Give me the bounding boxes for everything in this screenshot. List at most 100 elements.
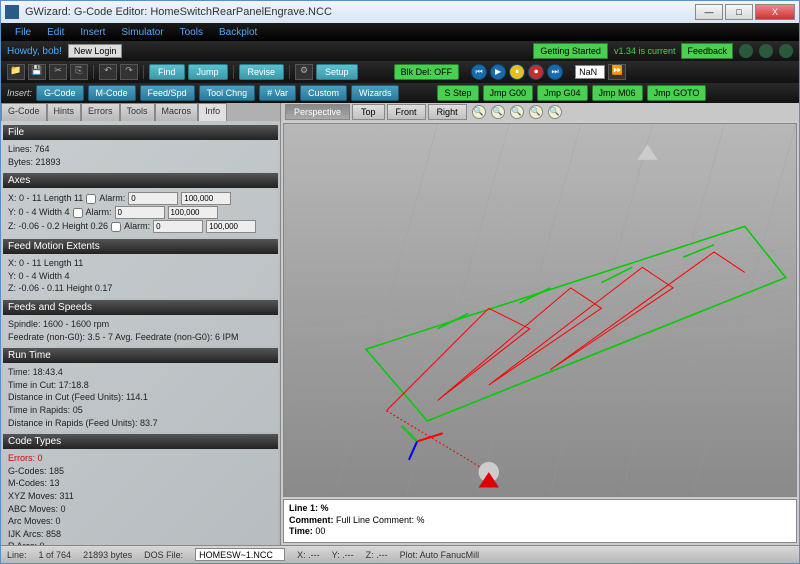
ins-custom[interactable]: Custom — [300, 85, 347, 101]
ct-gcodes: G-Codes: 185 — [8, 465, 273, 478]
fme-z: Z: -0.06 - 0.11 Height 0.17 — [8, 282, 273, 295]
menubar: File Edit Insert Simulator Tools Backplo… — [1, 23, 799, 41]
settings-icon[interactable] — [779, 44, 793, 58]
axis-gizmo — [402, 426, 443, 460]
jmp-g00-button[interactable]: Jmp G00 — [483, 85, 534, 101]
getting-started-button[interactable]: Getting Started — [533, 43, 608, 59]
x-max-input[interactable] — [181, 192, 231, 205]
sb-plot: Plot: Auto FanucMill — [400, 550, 480, 560]
sb-dosfile-input[interactable] — [195, 548, 285, 561]
tab-tools[interactable]: Tools — [120, 103, 155, 121]
sstep-button[interactable]: S Step — [437, 85, 478, 101]
ct-section: Errors: 0 G-Codes: 185 M-Codes: 13 XYZ M… — [3, 449, 278, 545]
view-perspective[interactable]: Perspective — [285, 104, 350, 120]
ins-feedspd[interactable]: Feed/Spd — [140, 85, 195, 101]
config-icon[interactable]: ⚙ — [295, 64, 313, 80]
speed-icon[interactable]: ⏩ — [608, 64, 626, 80]
zoom-out-icon[interactable]: 🔍 — [491, 105, 505, 119]
ct-xyz: XYZ Moves: 311 — [8, 490, 273, 503]
info-icon[interactable] — [759, 44, 773, 58]
insert-label: Insert: — [7, 88, 32, 98]
view-top[interactable]: Top — [352, 104, 385, 120]
y-max-input[interactable] — [168, 206, 218, 219]
view-tabs: Perspective Top Front Right 🔍 🔍 🔍 🔍 🔍 — [281, 103, 799, 121]
feedback-button[interactable]: Feedback — [681, 43, 733, 59]
z-max-input[interactable] — [206, 220, 256, 233]
content-area: G-Code Hints Errors Tools Macros Info Fi… — [1, 103, 799, 545]
open-icon[interactable]: 📁 — [7, 64, 25, 80]
help-icon[interactable] — [739, 44, 753, 58]
redo-icon[interactable]: ↷ — [120, 64, 138, 80]
jmp-m06-button[interactable]: Jmp M06 — [592, 85, 643, 101]
ins-mcode[interactable]: M-Code — [88, 85, 136, 101]
menu-tools[interactable]: Tools — [172, 27, 211, 38]
cut-icon[interactable]: ✂ — [49, 64, 67, 80]
forward-button[interactable]: ⏭ — [547, 64, 563, 80]
ct-mcodes: M-Codes: 13 — [8, 477, 273, 490]
menu-simulator[interactable]: Simulator — [113, 27, 171, 38]
ins-var[interactable]: # Var — [259, 85, 296, 101]
info-time-label: Time: — [289, 526, 313, 536]
view-right[interactable]: Right — [428, 104, 467, 120]
stop-button[interactable]: ⏺ — [528, 64, 544, 80]
undo-icon[interactable]: ↶ — [99, 64, 117, 80]
userbar: Howdy, bob! New Login Getting Started v1… — [1, 41, 799, 61]
revise-button[interactable]: Revise — [239, 64, 285, 80]
fs-feed: Feedrate (non-G0): 3.5 - 7 Avg. Feedrate… — [8, 331, 273, 344]
rt-section: Time: 18:43.4 Time in Cut: 17:18.8 Dista… — [3, 363, 278, 432]
info-comment: Full Line Comment: % — [336, 515, 425, 525]
y-min-input[interactable] — [115, 206, 165, 219]
axis-z: Z: -0.06 - 0.2 Height 0.26 — [8, 220, 108, 233]
nan-input[interactable] — [575, 65, 605, 79]
setup-button[interactable]: Setup — [316, 64, 358, 80]
zoom-sel-icon[interactable]: 🔍 — [529, 105, 543, 119]
z-alarm-check[interactable] — [111, 222, 121, 232]
menu-file[interactable]: File — [7, 27, 39, 38]
rewind-button[interactable]: ⏮ — [471, 64, 487, 80]
new-login-button[interactable]: New Login — [68, 44, 123, 58]
tab-macros[interactable]: Macros — [155, 103, 199, 121]
ins-toolchng[interactable]: Tool Chng — [199, 85, 256, 101]
fs-header: Feeds and Speeds — [3, 300, 278, 315]
zoom-fit-icon[interactable]: 🔍 — [510, 105, 524, 119]
z-min-input[interactable] — [153, 220, 203, 233]
maximize-button[interactable]: □ — [725, 4, 753, 20]
close-button[interactable]: X — [755, 4, 795, 20]
find-button[interactable]: Find — [149, 64, 185, 80]
blk-del-button[interactable]: Blk Del: OFF — [394, 64, 460, 80]
rt-rapids: Time in Rapids: 05 — [8, 404, 273, 417]
y-alarm-check[interactable] — [73, 208, 83, 218]
zoom-reset-icon[interactable]: 🔍 — [548, 105, 562, 119]
line-info-box: Line 1: % Comment: Full Line Comment: % … — [283, 499, 797, 543]
menu-edit[interactable]: Edit — [39, 27, 72, 38]
jmp-goto-button[interactable]: Jmp GOTO — [647, 85, 707, 101]
left-pane: G-Code Hints Errors Tools Macros Info Fi… — [1, 103, 281, 545]
tab-hints[interactable]: Hints — [47, 103, 82, 121]
pause-button[interactable]: ⏸ — [509, 64, 525, 80]
toolbar-insert: Insert: G-Code M-Code Feed/Spd Tool Chng… — [1, 83, 799, 103]
info-panel: File Lines: 764 Bytes: 21893 Axes X: 0 -… — [1, 121, 280, 545]
minimize-button[interactable]: — — [695, 4, 723, 20]
rt-dist: Distance in Cut (Feed Units): 114.1 — [8, 391, 273, 404]
x-alarm-check[interactable] — [86, 194, 96, 204]
zoom-in-icon[interactable]: 🔍 — [472, 105, 486, 119]
save-icon[interactable]: 💾 — [28, 64, 46, 80]
axis-y: Y: 0 - 4 Width 4 — [8, 206, 70, 219]
jump-button[interactable]: Jump — [188, 64, 228, 80]
3d-viewport[interactable] — [283, 123, 797, 497]
tab-errors[interactable]: Errors — [81, 103, 120, 121]
ins-gcode[interactable]: G-Code — [36, 85, 84, 101]
jmp-g04-button[interactable]: Jmp G04 — [537, 85, 588, 101]
tab-info[interactable]: Info — [198, 103, 227, 121]
x-min-input[interactable] — [128, 192, 178, 205]
rt-header: Run Time — [3, 348, 278, 363]
ins-wizards[interactable]: Wizards — [351, 85, 400, 101]
info-line: Line 1: % — [289, 503, 329, 513]
view-front[interactable]: Front — [387, 104, 426, 120]
fs-spindle: Spindle: 1600 - 1600 rpm — [8, 318, 273, 331]
copy-icon[interactable]: ⎘ — [70, 64, 88, 80]
menu-insert[interactable]: Insert — [72, 27, 113, 38]
menu-backplot[interactable]: Backplot — [211, 27, 265, 38]
play-button[interactable]: ▶ — [490, 64, 506, 80]
tab-gcode[interactable]: G-Code — [1, 103, 47, 121]
